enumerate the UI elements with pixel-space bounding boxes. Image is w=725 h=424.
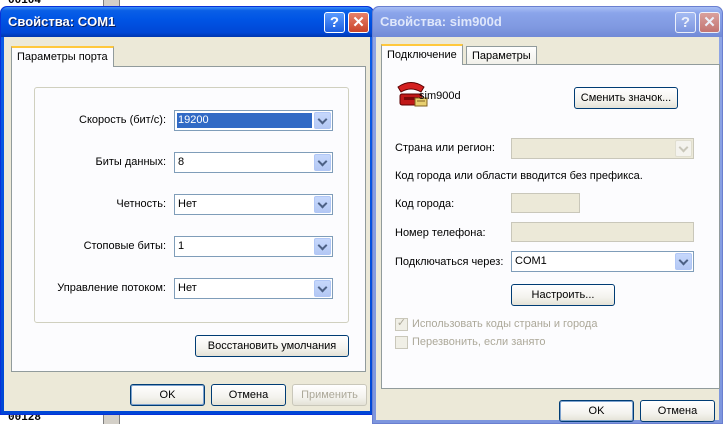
- connect-via-select[interactable]: COM1: [511, 251, 694, 272]
- close-button[interactable]: ✕: [348, 12, 369, 33]
- tab-port-settings[interactable]: Параметры порта: [11, 46, 114, 67]
- use-country-codes-label: Использовать коды страны и города: [412, 318, 598, 330]
- data-bits-select[interactable]: 8: [174, 152, 333, 173]
- help-button[interactable]: ?: [324, 12, 345, 33]
- restore-defaults-button[interactable]: Восстановить умолчания: [195, 335, 349, 357]
- connect-via-value: COM1: [515, 255, 547, 267]
- country-value: [514, 141, 673, 156]
- baud-rate-select[interactable]: 19200: [174, 110, 333, 131]
- area-code-input[interactable]: [511, 193, 580, 213]
- phone-number-input[interactable]: [511, 222, 694, 242]
- baud-rate-value: 19200: [177, 113, 312, 128]
- cancel-button[interactable]: Отмена: [211, 384, 286, 406]
- com1-client-area: Параметры порта Скорость (бит/с): 19200 …: [4, 37, 370, 411]
- chevron-down-icon[interactable]: [314, 196, 331, 213]
- com1-title: Свойства: COM1: [8, 14, 116, 29]
- stop-bits-value: 1: [178, 240, 185, 252]
- stop-bits-label: Стоповые биты:: [83, 240, 166, 252]
- change-icon-button[interactable]: Сменить значок...: [574, 87, 678, 109]
- area-code-label: Код города:: [395, 198, 455, 210]
- connection-panel: sim900d Сменить значок... Страна или рег…: [381, 64, 720, 389]
- close-button[interactable]: ✕: [699, 12, 720, 33]
- redial-checkbox[interactable]: [395, 336, 408, 349]
- data-bits-label: Биты данных:: [95, 156, 166, 168]
- area-code-note: Код города или области вводится без преф…: [395, 170, 643, 182]
- parity-select[interactable]: Нет: [174, 194, 333, 215]
- checkmark-icon: ✓: [396, 317, 407, 329]
- phone-number-label: Номер телефона:: [395, 227, 486, 239]
- baud-rate-label: Скорость (бит/с):: [79, 114, 166, 126]
- ok-button[interactable]: OK: [559, 400, 634, 422]
- chevron-down-icon[interactable]: [314, 238, 331, 255]
- connection-name: sim900d: [419, 90, 461, 102]
- help-button[interactable]: ?: [675, 12, 696, 33]
- port-settings-panel: Скорость (бит/с): 19200 Биты данных: 8 Ч…: [11, 66, 366, 372]
- sim900d-title: Свойства: sim900d: [380, 14, 502, 29]
- data-bits-value: 8: [178, 156, 185, 168]
- com1-titlebar[interactable]: Свойства: COM1 ? ✕: [1, 7, 373, 37]
- chevron-down-icon[interactable]: [314, 154, 331, 171]
- parity-label: Четность:: [116, 198, 166, 210]
- chevron-down-icon[interactable]: [675, 253, 692, 270]
- connect-via-label: Подключаться через:: [395, 256, 504, 268]
- tab-connection[interactable]: Подключение: [381, 44, 463, 65]
- tab-parameters[interactable]: Параметры: [466, 46, 537, 65]
- flow-control-label: Управление потоком:: [57, 282, 166, 294]
- country-select[interactable]: [511, 138, 694, 159]
- sim900d-titlebar[interactable]: Свойства: sim900d ? ✕: [373, 7, 722, 37]
- parity-value: Нет: [178, 198, 197, 210]
- cancel-button[interactable]: Отмена: [640, 400, 715, 422]
- chevron-down-icon[interactable]: [314, 280, 331, 297]
- sim900d-client-area: Подключение Параметры sim900d Сменить зн…: [376, 37, 720, 422]
- sim900d-properties-window: Свойства: sim900d ? ✕ Подключение Параме…: [372, 6, 723, 424]
- chevron-down-icon[interactable]: [675, 140, 692, 157]
- ok-button[interactable]: OK: [130, 384, 205, 406]
- redial-label: Перезвонить, если занято: [412, 336, 546, 348]
- chevron-down-icon[interactable]: [314, 112, 331, 129]
- configure-button[interactable]: Настроить...: [511, 284, 615, 306]
- use-country-codes-checkbox[interactable]: ✓: [395, 317, 408, 331]
- com1-properties-window: Свойства: COM1 ? ✕ Параметры порта Скоро…: [0, 6, 374, 415]
- flow-control-value: Нет: [178, 282, 197, 294]
- country-label: Страна или регион:: [395, 142, 495, 154]
- stop-bits-select[interactable]: 1: [174, 236, 333, 257]
- flow-control-select[interactable]: Нет: [174, 278, 333, 299]
- apply-button[interactable]: Применить: [292, 384, 367, 406]
